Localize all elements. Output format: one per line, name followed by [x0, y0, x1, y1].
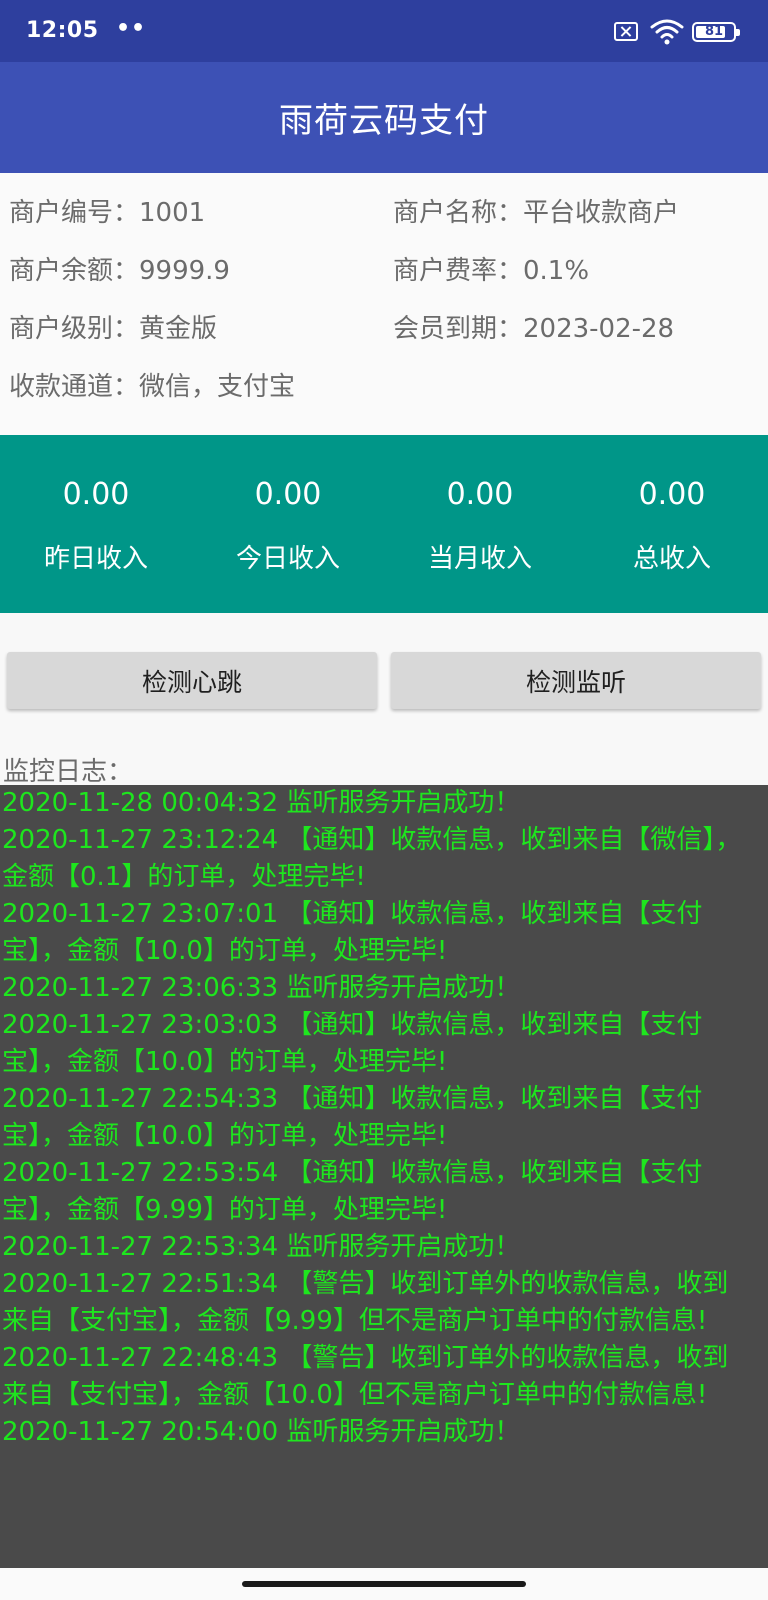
income-today-value: 0.00 [254, 477, 322, 512]
income-month-value: 0.00 [446, 477, 514, 512]
log-line: 来自【支付宝】，金额【9.99】但不是商户订单中的付款信息! [2, 1306, 708, 1336]
log-line: 宝】，金额【9.99】的订单，处理完毕! [2, 1195, 448, 1225]
payment-channels: 收款通道：微信，支付宝 [9, 372, 296, 402]
merchant-info-panel: 商户编号：1001 商户名称：平台收款商户 商户余额：9999.9 商户费率：0… [0, 173, 768, 435]
status-time: 12:05 [26, 18, 99, 43]
log-line: 2020-11-27 23:07:01 【通知】收款信息，收到来自【支付 [2, 899, 703, 929]
income-panel: 0.00 昨日收入 0.00 今日收入 0.00 当月收入 0.00 总收入 [0, 435, 768, 613]
log-line: 宝】，金额【10.0】的订单，处理完毕! [2, 936, 448, 966]
battery-icon: 81 [692, 22, 740, 42]
income-today-label: 今日收入 [235, 544, 340, 574]
check-heartbeat-button[interactable]: 检测心跳 [7, 652, 377, 709]
log-line: 2020-11-27 22:53:34 监听服务开启成功！ [2, 1232, 521, 1262]
merchant-rate: 商户费率：0.1% [393, 256, 590, 286]
log-line: 2020-11-27 23:12:24 【通知】收款信息，收到来自【微信】， [2, 825, 742, 855]
merchant-level: 商户级别：黄金版 [9, 314, 218, 344]
income-total-value: 0.00 [638, 477, 706, 512]
log-line: 金额【0.1】的订单，处理完毕! [2, 862, 366, 892]
log-line: 宝】，金额【10.0】的订单，处理完毕! [2, 1047, 448, 1077]
income-yesterday-label: 昨日收入 [43, 544, 148, 574]
log-title: 监控日志： [3, 757, 134, 787]
app-title: 雨荷云码支付 [279, 101, 489, 141]
battery-level-text: 81 [704, 24, 724, 39]
navigation-area [0, 1568, 768, 1600]
log-line: 宝】，金额【10.0】的订单，处理完毕! [2, 1121, 448, 1151]
log-line: 2020-11-27 22:48:43 【警告】收到订单外的收款信息，收到 [2, 1343, 729, 1373]
membership-expiry: 会员到期：2023-02-28 [393, 314, 675, 344]
sim-off-icon [614, 22, 638, 41]
log-list: 2020-11-28 00:04:32 监听服务开启成功！ 2020-11-27 … [2, 785, 766, 1451]
log-line: 2020-11-27 22:54:33 【通知】收款信息，收到来自【支付 [2, 1084, 703, 1114]
log-area[interactable]: 2020-11-28 00:04:32 监听服务开启成功！ 2020-11-27 … [0, 785, 768, 1568]
wifi-icon [650, 19, 684, 45]
log-line: 2020-11-27 23:03:03 【通知】收款信息，收到来自【支付 [2, 1010, 703, 1040]
log-line: 2020-11-28 00:04:32 监听服务开启成功！ [2, 788, 521, 818]
log-line: 2020-11-27 22:53:54 【通知】收款信息，收到来自【支付 [2, 1158, 703, 1188]
battery-cap [736, 29, 740, 36]
merchant-name: 商户名称：平台收款商户 [393, 198, 680, 228]
income-total-label: 总收入 [632, 544, 711, 574]
merchant-balance: 商户余额：9999.9 [9, 256, 230, 286]
income-today: 0.00 今日收入 [192, 435, 384, 613]
status-bar: 12:05 •• 81 [0, 0, 768, 62]
log-line: 2020-11-27 20:54:00 监听服务开启成功！ [2, 1417, 521, 1447]
home-gesture-bar[interactable] [242, 1581, 526, 1587]
log-line: 来自【支付宝】，金额【10.0】但不是商户订单中的付款信息! [2, 1380, 708, 1410]
income-yesterday-value: 0.00 [62, 477, 130, 512]
income-total: 0.00 总收入 [576, 435, 768, 613]
income-yesterday: 0.00 昨日收入 [0, 435, 192, 613]
notification-dots: •• [116, 16, 147, 41]
merchant-id: 商户编号：1001 [9, 198, 206, 228]
income-month: 0.00 当月收入 [384, 435, 576, 613]
check-listener-button[interactable]: 检测监听 [391, 652, 761, 709]
income-month-label: 当月收入 [427, 544, 532, 574]
log-line: 2020-11-27 23:06:33 监听服务开启成功！ [2, 973, 521, 1003]
app-bar: 雨荷云码支付 [0, 62, 768, 173]
log-line: 2020-11-27 22:51:34 【警告】收到订单外的收款信息，收到 [2, 1269, 729, 1299]
